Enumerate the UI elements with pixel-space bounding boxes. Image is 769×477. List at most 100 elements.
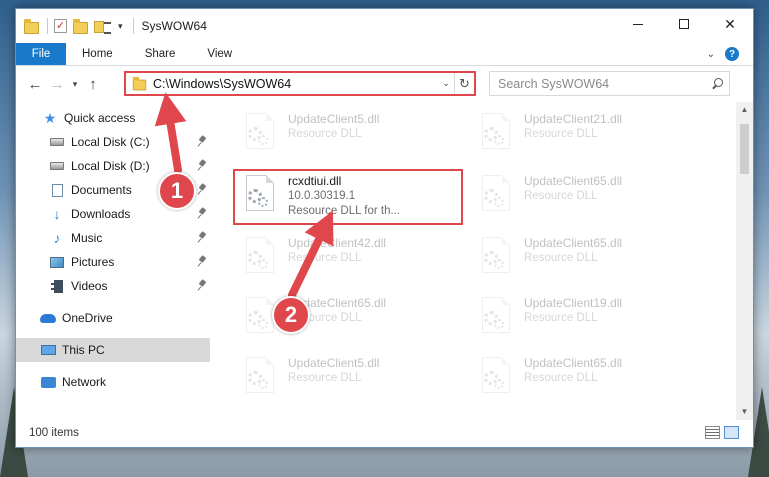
- folder-icon: [24, 18, 39, 34]
- file-tile[interactable]: UpdateClient65.dll Resource DLL: [474, 232, 699, 286]
- file-tile[interactable]: UpdateClient19.dll Resource DLL: [474, 292, 699, 346]
- back-arrow-icon[interactable]: ←: [24, 76, 46, 93]
- file-type: Resource DLL: [288, 252, 362, 264]
- quick-access-dropdown-icon[interactable]: ▾: [118, 21, 123, 32]
- details-view-icon[interactable]: [705, 426, 720, 439]
- file-tile[interactable]: UpdateClient5.dll Resource DLL: [238, 352, 463, 406]
- ribbon-tabs: File Home Share View ⌄ ?: [16, 43, 753, 66]
- nav-item-local-disk-c[interactable]: Local Disk (C:): [16, 130, 210, 154]
- tab-file[interactable]: File: [16, 43, 66, 65]
- address-path[interactable]: C:\Windows\SysWOW64: [153, 77, 438, 91]
- pictures-icon: [49, 255, 65, 269]
- dll-file-icon: [242, 355, 278, 403]
- file-tile[interactable]: UpdateClient65.dll Resource DLL: [474, 170, 699, 224]
- maximize-button[interactable]: [661, 9, 707, 39]
- network-icon: [40, 375, 56, 389]
- file-tile-rcxdtiui[interactable]: rcxdtiui.dll 10.0.30319.1 Resource DLL for…: [238, 170, 463, 224]
- star-icon: ★: [43, 110, 57, 126]
- quick-access-new-folder-icon[interactable]: [73, 18, 88, 34]
- status-bar: 100 items: [16, 419, 753, 447]
- dll-file-icon: [478, 173, 514, 221]
- dll-file-icon: [242, 235, 278, 283]
- file-version: 10.0.30319.1: [288, 190, 356, 202]
- dll-file-icon: [242, 111, 278, 159]
- up-arrow-icon[interactable]: ↑: [82, 76, 104, 93]
- file-type: Resource DLL: [288, 128, 362, 140]
- videos-icon: [49, 279, 65, 293]
- help-icon[interactable]: ?: [725, 47, 739, 61]
- file-tile[interactable]: UpdateClient21.dll Resource DLL: [474, 108, 699, 162]
- scroll-up-icon[interactable]: ▲: [736, 102, 753, 118]
- pin-icon[interactable]: [198, 136, 206, 147]
- nav-item-music[interactable]: ♪ Music: [16, 226, 210, 250]
- file-tile[interactable]: UpdateClient5.dll Resource DLL: [238, 108, 463, 162]
- expand-ribbon-chevron-icon[interactable]: ⌄: [707, 49, 715, 60]
- pin-icon[interactable]: [198, 256, 206, 267]
- nav-item-videos[interactable]: Videos: [16, 274, 210, 298]
- nav-item-onedrive[interactable]: OneDrive: [16, 306, 210, 330]
- vertical-scrollbar[interactable]: ▲ ▼: [736, 102, 753, 420]
- nav-item-label: Music: [71, 231, 103, 245]
- file-type: Resource DLL: [288, 372, 362, 384]
- dll-file-icon: [478, 355, 514, 403]
- minimize-button[interactable]: [615, 9, 661, 39]
- file-name: UpdateClient65.dll: [524, 356, 623, 370]
- explorer-window: ✓ ▾ SysWOW64 ✕ File Home Share View ⌄ ? …: [15, 8, 754, 448]
- file-type: Resource DLL for th...: [288, 205, 401, 217]
- item-count: 100 items: [29, 427, 79, 439]
- music-icon: ♪: [53, 230, 61, 246]
- nav-item-pictures[interactable]: Pictures: [16, 250, 210, 274]
- dll-file-icon: [478, 235, 514, 283]
- nav-item-this-pc[interactable]: This PC: [16, 338, 210, 362]
- explorer-body: ★ Quick access Local Disk (C:) Local Dis…: [16, 102, 753, 420]
- file-name: UpdateClient5.dll: [288, 356, 380, 370]
- pin-icon[interactable]: [198, 280, 206, 291]
- tab-home[interactable]: Home: [66, 43, 129, 65]
- search-placeholder: Search SysWOW64: [498, 76, 610, 91]
- dll-file-icon: [478, 295, 514, 343]
- separator: [47, 18, 48, 34]
- pin-icon[interactable]: [198, 208, 206, 219]
- file-type: Resource DLL: [524, 372, 598, 384]
- window-title: SysWOW64: [141, 19, 207, 33]
- pin-icon[interactable]: [198, 184, 206, 195]
- file-type: Resource DLL: [524, 312, 598, 324]
- nav-item-network[interactable]: Network: [16, 370, 210, 394]
- nav-item-label: Pictures: [71, 255, 115, 269]
- scroll-down-icon[interactable]: ▼: [736, 404, 753, 420]
- drive-icon: [49, 159, 65, 173]
- tab-view[interactable]: View: [191, 43, 248, 65]
- nav-item-quick-access[interactable]: ★ Quick access: [16, 106, 210, 130]
- navigation-pane: ★ Quick access Local Disk (C:) Local Dis…: [16, 102, 210, 420]
- search-icon[interactable]: [711, 77, 723, 90]
- tab-share[interactable]: Share: [129, 43, 192, 65]
- file-list: UpdateClient5.dll Resource DLL rcxdtiui.d…: [226, 102, 731, 420]
- nav-item-label: Downloads: [71, 207, 131, 221]
- scroll-thumb[interactable]: [740, 124, 749, 174]
- quick-access-properties-icon[interactable]: [94, 19, 112, 34]
- nav-item-label: OneDrive: [62, 311, 113, 325]
- close-button[interactable]: ✕: [707, 9, 753, 39]
- file-name: UpdateClient65.dll: [524, 174, 623, 188]
- view-buttons: [705, 426, 739, 439]
- recent-locations-chevron-icon[interactable]: ▾: [68, 79, 82, 90]
- file-tile[interactable]: UpdateClient65.dll Resource DLL: [474, 352, 699, 406]
- file-tile[interactable]: UpdateClient42.dll Resource DLL: [238, 232, 463, 286]
- quick-access-properties-check-icon[interactable]: ✓: [54, 19, 67, 33]
- refresh-icon[interactable]: ↻: [454, 73, 474, 94]
- pin-icon[interactable]: [198, 232, 206, 243]
- nav-item-label: This PC: [62, 343, 105, 357]
- pin-icon[interactable]: [198, 160, 206, 171]
- file-type: Resource DLL: [524, 128, 598, 140]
- large-icons-view-icon[interactable]: [724, 426, 739, 439]
- close-icon: ✕: [724, 15, 736, 32]
- forward-arrow-icon[interactable]: →: [46, 76, 68, 93]
- address-bar[interactable]: C:\Windows\SysWOW64 ⌄ ↻: [124, 71, 476, 96]
- minimize-icon: [633, 23, 643, 25]
- step-badge-2: 2: [272, 296, 310, 334]
- file-name: UpdateClient42.dll: [288, 236, 387, 250]
- search-input[interactable]: Search SysWOW64: [489, 71, 730, 96]
- address-dropdown-icon[interactable]: ⌄: [438, 78, 454, 89]
- window-controls: ✕: [615, 9, 753, 39]
- dll-file-icon: [242, 173, 278, 221]
